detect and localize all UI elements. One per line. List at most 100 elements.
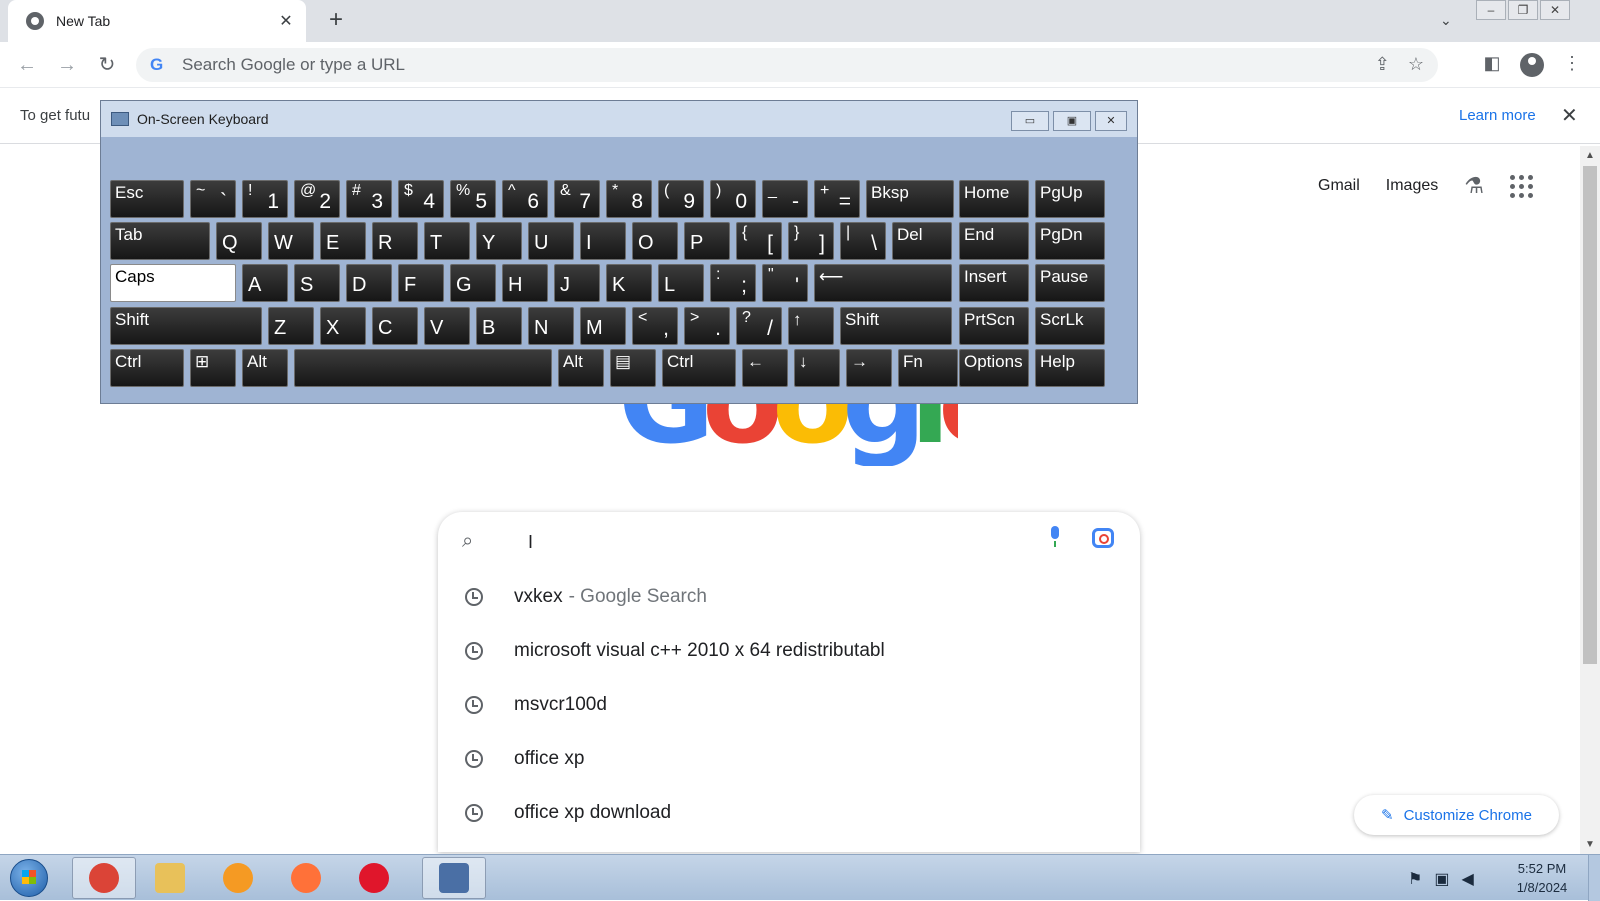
key[interactable]: Pause [1035, 264, 1105, 302]
key[interactable]: ↓ [794, 349, 840, 387]
key[interactable]: ? / [736, 307, 782, 345]
key[interactable]: W [268, 222, 314, 260]
key[interactable]: F [398, 264, 444, 302]
osk-maximize-button[interactable]: ▣ [1053, 111, 1091, 131]
back-icon[interactable]: ← [14, 52, 40, 78]
key[interactable]: ScrLk [1035, 307, 1105, 345]
key[interactable]: + = [814, 180, 860, 218]
new-tab-button[interactable]: + [322, 7, 350, 35]
key[interactable]: End [959, 222, 1029, 260]
taskbar-media-player-button[interactable] [206, 857, 270, 899]
key[interactable]: PrtScn [959, 307, 1029, 345]
key[interactable]: Q [216, 222, 262, 260]
suggestion-item[interactable]: office xp download [438, 786, 1140, 840]
scroll-down-icon[interactable]: ▼ [1585, 839, 1595, 850]
taskbar-on-screen-keyboard-button[interactable] [422, 857, 486, 899]
key[interactable]: :; [710, 264, 756, 302]
key[interactable]: ) 0 [710, 180, 756, 218]
taskbar-opera-button[interactable] [342, 857, 406, 899]
key[interactable] [294, 349, 552, 387]
key[interactable]: >. [684, 307, 730, 345]
osk-minimize-button[interactable]: ▭ [1011, 111, 1049, 131]
forward-icon[interactable]: → [54, 52, 80, 78]
ntp-search-box[interactable]: ⌕ I vxkex - Google Search microsoft visu… [438, 512, 1140, 852]
key[interactable]: " ' [762, 264, 808, 302]
taskbar-explorer-button[interactable] [138, 857, 202, 899]
show-desktop-button[interactable] [1588, 855, 1600, 901]
voice-search-icon[interactable] [1048, 526, 1062, 548]
page-scrollbar[interactable]: ▲ ▼ [1580, 146, 1600, 854]
key[interactable]: X [320, 307, 366, 345]
key[interactable]: Z [268, 307, 314, 345]
key[interactable]: L [658, 264, 704, 302]
key[interactable]: A [242, 264, 288, 302]
key[interactable]: * 8 [606, 180, 652, 218]
volume-muted-icon[interactable]: ◀ [1461, 869, 1473, 889]
action-center-flag-icon[interactable]: ⚑ [1408, 869, 1422, 889]
key[interactable]: → [846, 349, 892, 387]
key[interactable]: Y [476, 222, 522, 260]
key[interactable]: Help [1035, 349, 1105, 387]
network-icon[interactable]: ▣ [1434, 869, 1449, 889]
key[interactable]: ↑ [788, 307, 834, 345]
scroll-up-icon[interactable]: ▲ [1585, 150, 1595, 161]
suggestion-item[interactable]: microsoft visual c++ 2010 x 64 redistrib… [438, 624, 1140, 678]
customize-chrome-button[interactable]: ✎ Customize Chrome [1354, 795, 1559, 835]
key[interactable]: Caps [110, 264, 236, 302]
key[interactable]: Alt [558, 349, 604, 387]
share-icon[interactable]: ⇪ [1375, 54, 1390, 75]
key[interactable]: O [632, 222, 678, 260]
suggestion-item[interactable]: msvcr100d [438, 678, 1140, 732]
gmail-link[interactable]: Gmail [1318, 177, 1360, 195]
key[interactable]: J [554, 264, 600, 302]
key[interactable]: S [294, 264, 340, 302]
osk-title-bar[interactable]: On-Screen Keyboard ▭ ▣ ✕ [101, 101, 1137, 137]
scroll-thumb[interactable] [1583, 166, 1597, 664]
taskbar-chrome-button[interactable] [72, 857, 136, 899]
key[interactable]: Tab [110, 222, 210, 260]
key[interactable]: P [684, 222, 730, 260]
tab-new-tab[interactable]: New Tab ✕ [8, 0, 306, 42]
menu-kebab-icon[interactable]: ⋮ [1560, 53, 1584, 77]
key[interactable]: I [580, 222, 626, 260]
minimize-button[interactable]: – [1476, 0, 1506, 20]
key[interactable]: V [424, 307, 470, 345]
key[interactable]: PgUp [1035, 180, 1105, 218]
key[interactable]: B [476, 307, 522, 345]
key[interactable]: Del [892, 222, 952, 260]
key[interactable]: ~ ` [190, 180, 236, 218]
images-link[interactable]: Images [1386, 177, 1438, 195]
key[interactable]: ⟵ [814, 264, 952, 302]
key[interactable]: Ctrl [110, 349, 184, 387]
key[interactable]: Options [959, 349, 1029, 387]
key[interactable]: ! 1 [242, 180, 288, 218]
key[interactable]: % 5 [450, 180, 496, 218]
suggestion-item[interactable]: office xp [438, 732, 1140, 786]
key[interactable]: <, [632, 307, 678, 345]
key[interactable]: C [372, 307, 418, 345]
key[interactable]: | \ [840, 222, 886, 260]
key[interactable]: Insert [959, 264, 1029, 302]
infobar-close-icon[interactable]: ✕ [1561, 103, 1578, 128]
key[interactable]: $4 [398, 180, 444, 218]
taskbar-firefox-button[interactable] [274, 857, 338, 899]
key[interactable]: Alt [242, 349, 288, 387]
key[interactable]: K [606, 264, 652, 302]
key[interactable]: U [528, 222, 574, 260]
side-panel-icon[interactable]: ◧ [1480, 53, 1504, 77]
key[interactable]: N [528, 307, 574, 345]
key[interactable]: Ctrl [662, 349, 736, 387]
restore-button[interactable]: ❐ [1508, 0, 1538, 20]
key[interactable]: G [450, 264, 496, 302]
key[interactable]: T [424, 222, 470, 260]
reload-icon[interactable]: ↻ [94, 52, 120, 78]
key[interactable]: E [320, 222, 366, 260]
google-apps-icon[interactable] [1509, 174, 1533, 198]
key[interactable]: #3 [346, 180, 392, 218]
key[interactable]: D [346, 264, 392, 302]
learn-more-link[interactable]: Learn more [1459, 107, 1536, 124]
close-window-button[interactable]: ✕ [1540, 0, 1570, 20]
key[interactable]: PgDn [1035, 222, 1105, 260]
profile-button[interactable] [1520, 53, 1544, 77]
omnibox[interactable]: G Search Google or type a URL ⇪ ☆ [136, 48, 1438, 82]
